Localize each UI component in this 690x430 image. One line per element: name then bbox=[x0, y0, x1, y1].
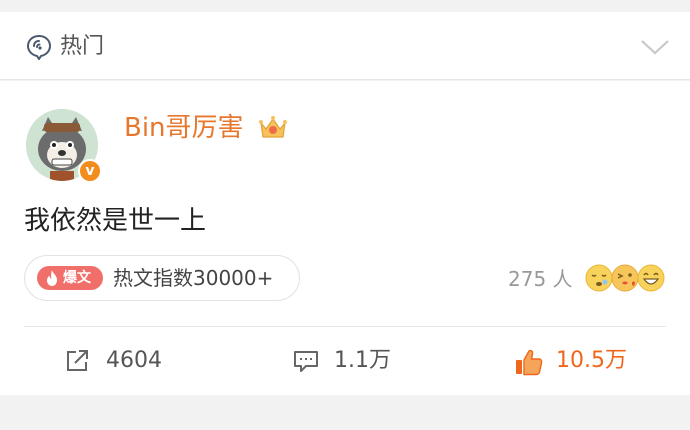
grinning-face-icon bbox=[637, 264, 665, 292]
post-card[interactable]: v Bin哥厉害 我依然是世一上 爆文 热文指数30000+ 275 人 460… bbox=[0, 81, 690, 395]
baowen-badge: 爆文 bbox=[37, 266, 103, 290]
like-button[interactable]: 10.5万 bbox=[514, 343, 654, 379]
comment-icon bbox=[294, 351, 318, 372]
hot-topic-icon bbox=[26, 34, 52, 60]
share-button[interactable]: 4604 bbox=[64, 343, 184, 379]
share-count: 4604 bbox=[106, 348, 162, 373]
crown-icon bbox=[259, 116, 287, 138]
reaction-people-count[interactable]: 275 人 bbox=[508, 265, 573, 293]
baowen-label: 爆文 bbox=[63, 270, 91, 286]
share-icon bbox=[67, 350, 88, 371]
hot-index-pill[interactable]: 爆文 热文指数30000+ bbox=[24, 255, 300, 301]
fire-icon bbox=[47, 270, 57, 286]
section-title: 热门 bbox=[60, 34, 105, 59]
comment-button[interactable]: 1.1万 bbox=[292, 343, 412, 379]
avatar[interactable]: v bbox=[26, 109, 102, 185]
author-name[interactable]: Bin哥厉害 bbox=[124, 111, 244, 145]
post-content[interactable]: 我依然是世一上 bbox=[24, 203, 206, 239]
hot-index-text: 热文指数30000+ bbox=[113, 266, 274, 290]
verified-badge: v bbox=[78, 159, 102, 183]
comment-count: 1.1万 bbox=[334, 348, 391, 373]
like-count: 10.5万 bbox=[556, 348, 627, 373]
chevron-down-icon[interactable] bbox=[640, 38, 670, 56]
thumbs-up-icon bbox=[516, 349, 543, 376]
divider bbox=[24, 326, 666, 327]
hot-section-header[interactable]: 热门 bbox=[0, 12, 690, 80]
